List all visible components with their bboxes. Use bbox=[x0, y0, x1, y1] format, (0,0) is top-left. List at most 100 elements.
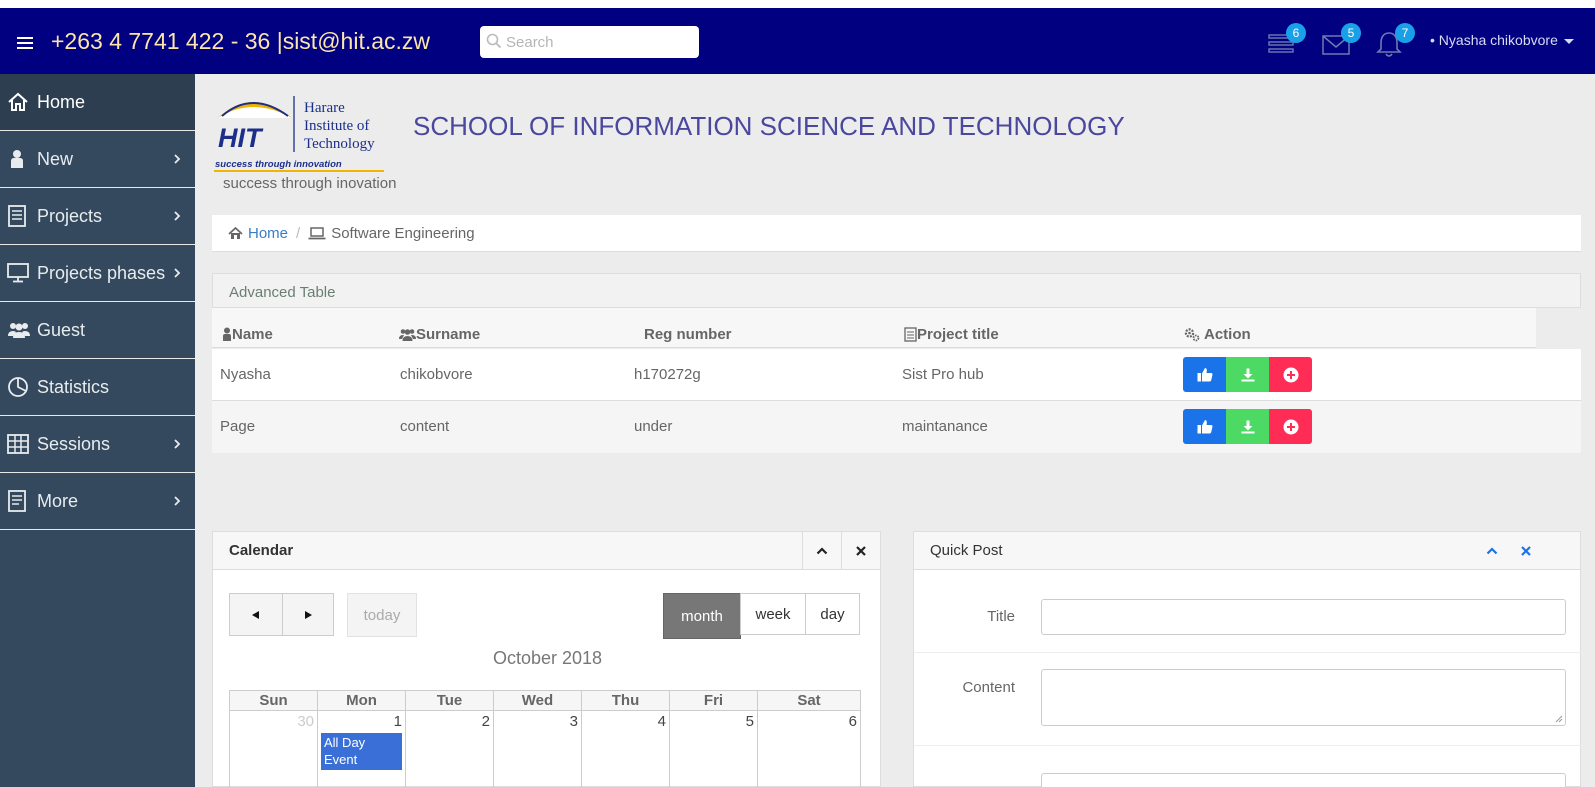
table-row: Page content under maintanance bbox=[212, 401, 1581, 453]
sidebar-item-label: Projects bbox=[37, 205, 103, 226]
day-cell[interactable]: 1 All Day Event bbox=[317, 711, 406, 787]
triangle-left-icon bbox=[252, 610, 259, 619]
sidebar-item-label: Guest bbox=[37, 319, 86, 340]
cell-project-title: maintanance bbox=[902, 418, 988, 435]
search-input[interactable] bbox=[506, 32, 691, 52]
content-textarea[interactable] bbox=[1041, 669, 1566, 726]
weekday-header: Sat bbox=[757, 690, 861, 711]
chevron-right-icon bbox=[174, 211, 181, 221]
day-cell[interactable]: 2 bbox=[405, 711, 494, 787]
day-cell[interactable]: 6 bbox=[757, 711, 861, 787]
breadcrumb-current: Software Engineering bbox=[331, 224, 475, 242]
chevron-up-icon[interactable] bbox=[1486, 547, 1498, 555]
sidebar-item-sessions[interactable]: Sessions bbox=[0, 416, 195, 473]
calendar-panel-header: Calendar bbox=[213, 532, 880, 570]
today-button[interactable]: today bbox=[347, 593, 417, 637]
collapse-button[interactable] bbox=[802, 532, 841, 570]
chevron-right-icon bbox=[174, 439, 181, 449]
day-view-button[interactable]: day bbox=[805, 593, 860, 635]
day-cell[interactable]: 30 bbox=[229, 711, 318, 787]
breadcrumb-home-link[interactable]: Home bbox=[248, 225, 288, 242]
thumbs-up-icon bbox=[1197, 420, 1212, 434]
sidebar-item-label: More bbox=[37, 490, 79, 511]
title-label: Title bbox=[987, 608, 1015, 625]
table-row: Nyasha chikobvore h170272g Sist Pro hub bbox=[212, 349, 1581, 401]
sidebar-item-guest[interactable]: Guest bbox=[0, 302, 195, 359]
close-button[interactable] bbox=[841, 532, 880, 570]
svg-text:Technology: Technology bbox=[304, 136, 375, 152]
contact-info: +263 4 7741 422 - 36 |sist@hit.ac.zw bbox=[51, 28, 431, 54]
calendar-panel-title: Calendar bbox=[229, 542, 294, 559]
column-header-name[interactable]: Name bbox=[222, 322, 273, 346]
tasks-badge: 6 bbox=[1286, 23, 1306, 43]
notifications-badge: 7 bbox=[1395, 23, 1415, 43]
sidebar-item-label: New bbox=[37, 148, 74, 169]
calendar-event[interactable]: All Day Event bbox=[321, 733, 402, 770]
cell-name: Page bbox=[220, 418, 256, 435]
sidebar-item-statistics[interactable]: Statistics bbox=[0, 359, 195, 416]
column-header-reg-number[interactable]: Reg number bbox=[644, 322, 732, 346]
pie-chart-icon bbox=[0, 376, 37, 398]
sidebar-item-more[interactable]: More bbox=[0, 473, 195, 530]
quick-post-header: Quick Post bbox=[914, 532, 1580, 570]
day-number: 3 bbox=[569, 713, 578, 730]
week-view-button[interactable]: week bbox=[740, 593, 806, 635]
close-icon[interactable] bbox=[1521, 546, 1531, 556]
remove-button[interactable] bbox=[1269, 357, 1312, 392]
weekday-header: Sun bbox=[229, 690, 318, 711]
sidebar: Home New Projects Projects phases Guest … bbox=[0, 74, 195, 787]
day-cell[interactable]: 3 bbox=[493, 711, 582, 787]
column-header-project-title[interactable]: Project title bbox=[904, 322, 999, 346]
weekday-header: Thu bbox=[581, 690, 670, 711]
approve-button[interactable] bbox=[1183, 409, 1226, 444]
breadcrumb-separator: / bbox=[296, 224, 301, 242]
menu-toggle-icon[interactable] bbox=[17, 37, 33, 49]
sidebar-item-projects-phases[interactable]: Projects phases bbox=[0, 245, 195, 302]
list-document-icon bbox=[0, 490, 37, 512]
cell-reg-number: h170272g bbox=[634, 366, 701, 383]
sidebar-item-label: Projects phases bbox=[37, 262, 166, 283]
next-month-button[interactable] bbox=[282, 593, 334, 636]
remove-button[interactable] bbox=[1269, 409, 1312, 444]
download-button[interactable] bbox=[1226, 357, 1269, 392]
download-button[interactable] bbox=[1226, 409, 1269, 444]
cell-name: Nyasha bbox=[220, 366, 271, 383]
column-header-surname[interactable]: Surname bbox=[399, 322, 480, 346]
weekday-header: Tue bbox=[405, 690, 494, 711]
triangle-right-icon bbox=[305, 610, 312, 619]
home-icon bbox=[228, 226, 243, 239]
calendar-month-title: October 2018 bbox=[492, 648, 603, 668]
cell-project-title: Sist Pro hub bbox=[902, 366, 984, 383]
day-number: 5 bbox=[745, 713, 754, 730]
day-cell[interactable]: 5 bbox=[669, 711, 758, 787]
users-icon bbox=[0, 321, 37, 339]
user-icon bbox=[0, 149, 37, 169]
laptop-icon bbox=[308, 226, 326, 239]
approve-button[interactable] bbox=[1183, 357, 1226, 392]
column-header-action[interactable]: Action bbox=[1184, 322, 1251, 346]
document-icon bbox=[904, 326, 917, 342]
table-panel-title: Advanced Table bbox=[212, 273, 1581, 308]
search-box[interactable] bbox=[480, 26, 699, 58]
top-navbar: +263 4 7741 422 - 36 |sist@hit.ac.zw 6 5… bbox=[0, 8, 1595, 74]
month-view-button[interactable]: month bbox=[663, 593, 741, 639]
prev-month-button[interactable] bbox=[229, 593, 283, 636]
gears-icon bbox=[1184, 327, 1200, 341]
cell-surname: chikobvore bbox=[400, 366, 473, 383]
chevron-right-icon bbox=[174, 496, 181, 506]
day-cell[interactable]: 4 bbox=[581, 711, 670, 787]
sidebar-item-home[interactable]: Home bbox=[0, 74, 195, 131]
users-icon bbox=[399, 328, 416, 341]
cell-reg-number: under bbox=[634, 418, 673, 435]
select-input[interactable] bbox=[1041, 773, 1566, 787]
title-input[interactable] bbox=[1041, 599, 1566, 635]
calendar-panel: Calendar today month week day October 20… bbox=[212, 531, 881, 787]
user-menu[interactable]: • Nyasha chikobvore bbox=[1430, 32, 1574, 48]
weekday-header: Fri bbox=[669, 690, 758, 711]
day-number: 30 bbox=[297, 713, 314, 730]
sidebar-item-projects[interactable]: Projects bbox=[0, 188, 195, 245]
day-number: 4 bbox=[657, 713, 666, 730]
chevron-right-icon bbox=[174, 268, 181, 278]
sidebar-item-new[interactable]: New bbox=[0, 131, 195, 188]
day-number: 2 bbox=[481, 713, 490, 730]
